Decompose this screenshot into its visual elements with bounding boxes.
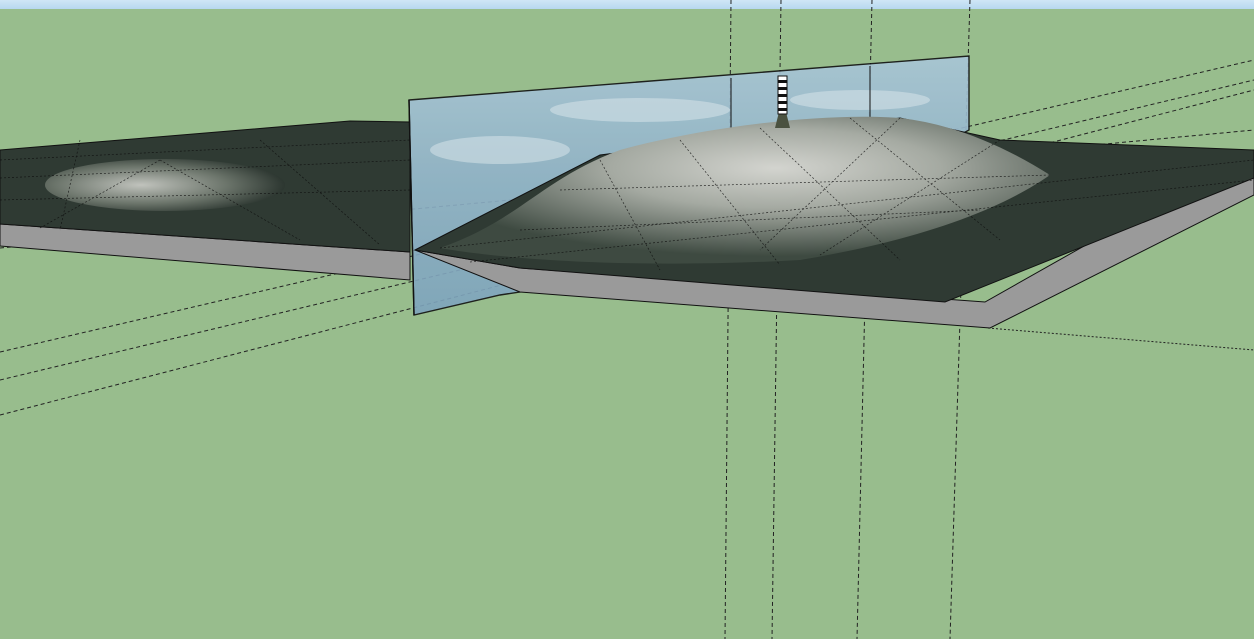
sketchup-3d-viewport[interactable] — [0, 0, 1254, 639]
left-terrain-slab[interactable] — [0, 120, 411, 281]
guideline — [987, 327, 1254, 351]
scene-canvas — [0, 0, 1254, 639]
